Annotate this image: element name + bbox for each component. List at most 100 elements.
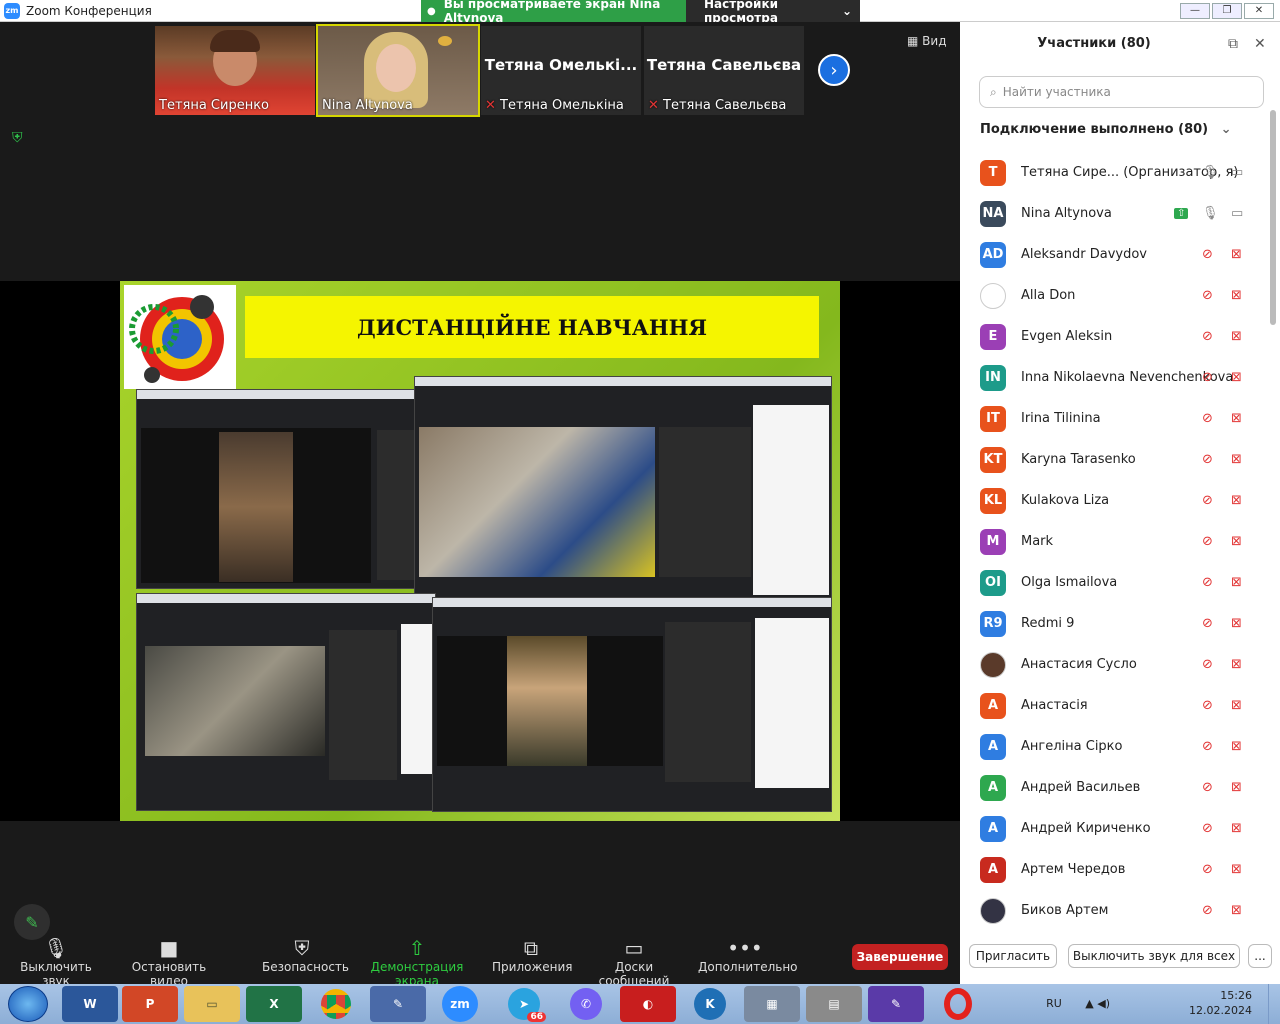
participant-row[interactable]: A Андрей Кириченко ⊘ ⊠ — [980, 808, 1260, 849]
participant-row[interactable]: R9 Redmi 9 ⊘ ⊠ — [980, 603, 1260, 644]
view-menu-button[interactable]: ▦ Вид — [907, 34, 946, 48]
camera-icon[interactable]: ▭ — [1231, 206, 1243, 221]
mic-muted-icon[interactable]: ⊘ — [1202, 739, 1213, 754]
mic-muted-icon[interactable]: ⊘ — [1202, 821, 1213, 836]
participant-row[interactable]: M Mark ⊘ ⊠ — [980, 521, 1260, 562]
more-button[interactable]: ••• Дополнительно — [698, 936, 798, 974]
apps-button[interactable]: ⧉ Приложения — [492, 936, 573, 974]
video-off-icon[interactable]: ⊠ — [1231, 698, 1242, 713]
participant-row[interactable]: Анастасия Сусло ⊘ ⊠ — [980, 644, 1260, 685]
powerpoint-taskbar-icon[interactable]: P — [122, 986, 178, 1022]
microphone-icon[interactable]: 🎙 — [1202, 206, 1219, 221]
video-off-icon[interactable]: ⊠ — [1231, 575, 1242, 590]
start-button[interactable] — [8, 986, 48, 1022]
microphone-icon[interactable]: 🎙 — [1202, 165, 1219, 180]
security-button[interactable]: ⛨ Безопасность — [262, 936, 349, 974]
video-off-icon[interactable]: ⊠ — [1231, 370, 1242, 385]
mic-muted-icon[interactable]: ⊘ — [1202, 575, 1213, 590]
video-off-icon[interactable]: ⊠ — [1231, 493, 1242, 508]
connected-section-header[interactable]: Подключение выполнено (80) ⌄ — [980, 122, 1232, 137]
video-off-icon[interactable]: ⊠ — [1231, 288, 1242, 303]
mic-muted-icon[interactable]: ⊘ — [1202, 903, 1213, 918]
scanner-taskbar-icon[interactable]: ▤ — [806, 986, 862, 1022]
video-off-icon[interactable]: ⊠ — [1231, 616, 1242, 631]
participant-row[interactable]: IT Irina Tilinina ⊘ ⊠ — [980, 398, 1260, 439]
video-off-icon[interactable]: ⊠ — [1231, 780, 1242, 795]
participant-row[interactable]: Биков Артем ⊘ ⊠ — [980, 890, 1260, 931]
calculator-taskbar-icon[interactable]: ▦ — [744, 986, 800, 1022]
participant-row[interactable]: IN Inna Nikolaevna Nevenchenkova ⊘ ⊠ — [980, 357, 1260, 398]
video-off-icon[interactable]: ⊠ — [1231, 739, 1242, 754]
mic-muted-icon[interactable]: ⊘ — [1202, 288, 1213, 303]
video-off-icon[interactable]: ⊠ — [1231, 903, 1242, 918]
app-red-taskbar-icon[interactable]: ◐ — [620, 986, 676, 1022]
video-tile-active[interactable]: Nina Altynova — [316, 24, 480, 117]
language-indicator[interactable]: RU — [1046, 997, 1062, 1010]
participant-row[interactable]: A Артем Чередов ⊘ ⊠ — [980, 849, 1260, 890]
video-off-icon[interactable]: ⊠ — [1231, 534, 1242, 549]
explorer-taskbar-icon[interactable]: ▭ — [184, 986, 240, 1022]
minimize-button[interactable]: — — [1180, 3, 1210, 19]
participant-search-input[interactable]: ⌕ Найти участника — [979, 76, 1264, 108]
clock[interactable]: 15:26 12.02.2024 — [1189, 988, 1252, 1018]
share-screen-button[interactable]: ⇧ Демонстрация экрана — [354, 936, 480, 988]
app-taskbar-icon[interactable]: ✎ — [370, 986, 426, 1022]
invite-button[interactable]: Пригласить — [969, 944, 1057, 968]
stop-video-button[interactable]: ■ Остановить видео — [116, 936, 222, 988]
participant-row[interactable]: OI Olga Ismailova ⊘ ⊠ — [980, 562, 1260, 603]
participant-row[interactable]: A Анастасія ⊘ ⊠ — [980, 685, 1260, 726]
mute-button[interactable]: 🎙 Выключить звук — [8, 936, 104, 988]
volume-icon[interactable]: ▲ ◀) — [1085, 997, 1110, 1010]
participant-row[interactable]: NA Nina Altynova ⇧ 🎙 ▭ — [980, 193, 1260, 234]
telegram-taskbar-icon[interactable]: ➤ 66 — [496, 986, 552, 1022]
popout-icon[interactable]: ⧉ — [1228, 36, 1238, 52]
video-off-icon[interactable]: ⊠ — [1231, 247, 1242, 262]
whiteboards-button[interactable]: ▭ Доски сообщений — [580, 936, 688, 988]
end-meeting-button[interactable]: Завершение — [852, 944, 948, 970]
video-tile[interactable]: Тетяна Сиренко — [155, 26, 315, 115]
mic-muted-icon[interactable]: ⊘ — [1202, 452, 1213, 467]
video-off-icon[interactable]: ⊠ — [1231, 411, 1242, 426]
annotate-pencil-button[interactable]: ✎ — [14, 904, 50, 940]
participant-row[interactable]: A Ангеліна Сірко ⊘ ⊠ — [980, 726, 1260, 767]
mic-muted-icon[interactable]: ⊘ — [1202, 698, 1213, 713]
mic-muted-icon[interactable]: ⊘ — [1202, 247, 1213, 262]
video-off-icon[interactable]: ⊠ — [1231, 862, 1242, 877]
video-off-icon[interactable]: ⊠ — [1231, 452, 1242, 467]
participant-row[interactable]: KL Kulakova Liza ⊘ ⊠ — [980, 480, 1260, 521]
mic-muted-icon[interactable]: ⊘ — [1202, 657, 1213, 672]
mic-muted-icon[interactable]: ⊘ — [1202, 780, 1213, 795]
video-off-icon[interactable]: ⊠ — [1231, 657, 1242, 672]
panel-scrollbar[interactable] — [1270, 110, 1276, 325]
video-tile[interactable]: Тетяна Савельєва ✕ Тетяна Савельєва — [644, 26, 804, 115]
opera-taskbar-icon[interactable] — [930, 986, 986, 1022]
view-settings-button[interactable]: Настройки просмотра ⌄ — [686, 0, 860, 25]
maximize-button[interactable]: ❐ — [1212, 3, 1242, 19]
next-page-button[interactable]: › — [818, 54, 850, 86]
viber-taskbar-icon[interactable]: ✆ — [558, 986, 614, 1022]
mic-muted-icon[interactable]: ⊘ — [1202, 411, 1213, 426]
participant-row[interactable]: E Evgen Aleksin ⊘ ⊠ — [980, 316, 1260, 357]
excel-taskbar-icon[interactable]: X — [246, 986, 302, 1022]
close-panel-icon[interactable]: ✕ — [1254, 36, 1266, 52]
editor-taskbar-icon[interactable]: ✎ — [868, 986, 924, 1022]
word-taskbar-icon[interactable]: W — [62, 986, 118, 1022]
participant-row[interactable]: Alla Don ⊘ ⊠ — [980, 275, 1260, 316]
mic-muted-icon[interactable]: ⊘ — [1202, 329, 1213, 344]
app-k-taskbar-icon[interactable]: K — [682, 986, 738, 1022]
panel-more-button[interactable]: ... — [1248, 944, 1272, 968]
participant-row[interactable]: T Тетяна Сире... (Организатор, я) 🎙 ▭ — [980, 152, 1260, 193]
participant-row[interactable]: KT Karyna Tarasenko ⊘ ⊠ — [980, 439, 1260, 480]
chrome-taskbar-icon[interactable] — [308, 986, 364, 1022]
mic-muted-icon[interactable]: ⊘ — [1202, 862, 1213, 877]
zoom-taskbar-icon[interactable]: zm — [442, 986, 478, 1022]
mic-muted-icon[interactable]: ⊘ — [1202, 370, 1213, 385]
camera-icon[interactable]: ▭ — [1231, 165, 1243, 180]
mic-muted-icon[interactable]: ⊘ — [1202, 616, 1213, 631]
mic-muted-icon[interactable]: ⊘ — [1202, 493, 1213, 508]
show-desktop-button[interactable] — [1268, 984, 1280, 1024]
close-button[interactable]: ✕ — [1244, 3, 1274, 19]
video-off-icon[interactable]: ⊠ — [1231, 329, 1242, 344]
video-tile[interactable]: Тетяна Омелькі... ✕ Тетяна Омелькіна — [481, 26, 641, 115]
participant-row[interactable]: AD Aleksandr Davydov ⊘ ⊠ — [980, 234, 1260, 275]
